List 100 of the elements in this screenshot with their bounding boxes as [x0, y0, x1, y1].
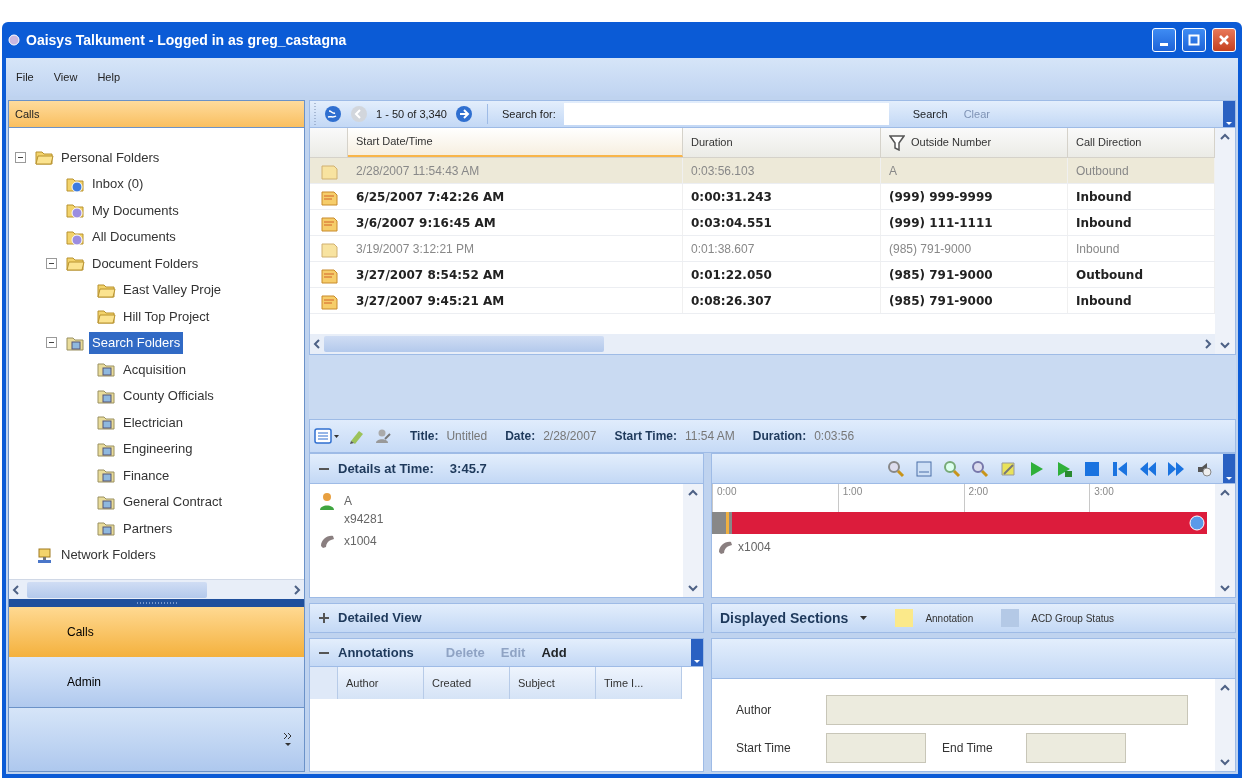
tree-item[interactable]: Finance	[120, 464, 173, 486]
forward-icon[interactable]	[454, 105, 473, 123]
minimize-button[interactable]	[1152, 28, 1176, 52]
column-header[interactable]: Time I...	[596, 667, 682, 699]
column-header[interactable]: Start Date/Time	[348, 128, 683, 157]
tree-item[interactable]: Partners	[120, 517, 176, 539]
tree-item[interactable]: All Documents	[89, 226, 179, 248]
zoom-icon[interactable]	[887, 459, 905, 478]
action-button[interactable]: Add	[541, 642, 567, 663]
tree-item[interactable]: Electrician	[120, 411, 186, 433]
horizontal-scrollbar[interactable]	[9, 579, 304, 599]
expand-icon[interactable]	[318, 612, 330, 624]
input-field[interactable]	[826, 695, 1188, 725]
scroll-right-icon[interactable]	[1203, 338, 1213, 350]
tree-item[interactable]: Acquisition	[120, 358, 189, 380]
close-button[interactable]	[1212, 28, 1236, 52]
table-cell: (985) 791-9000	[881, 236, 1068, 261]
skip-start-icon[interactable]	[1111, 459, 1129, 478]
vertical-scrollbar[interactable]	[1215, 679, 1235, 771]
tree-item[interactable]: Document Folders	[89, 252, 202, 274]
table-cell: (999) 999-9999	[881, 184, 1068, 209]
maximize-button[interactable]	[1182, 28, 1206, 52]
note-icon[interactable]	[999, 459, 1017, 478]
column-header[interactable]: Created	[424, 667, 510, 699]
input-field[interactable]	[1026, 733, 1126, 763]
collapse-icon[interactable]	[46, 257, 57, 269]
search-field[interactable]	[563, 103, 889, 125]
column-header[interactable]: Duration	[683, 128, 881, 157]
scroll-left-icon[interactable]	[11, 583, 21, 596]
vertical-scrollbar[interactable]	[683, 484, 703, 597]
tree-item[interactable]: Search Folders	[89, 332, 184, 354]
scroll-down-icon[interactable]	[1219, 757, 1231, 767]
scroll-down-icon[interactable]	[1219, 583, 1231, 593]
collapse-icon[interactable]	[46, 337, 57, 349]
tree-item[interactable]: Engineering	[120, 438, 196, 460]
toolbar-overflow-icon[interactable]	[1223, 100, 1235, 128]
stop-icon[interactable]	[1083, 459, 1101, 478]
table-row[interactable]: 3/6/2007 9:16:45 AM 0:03:04.551 (999) 111-1111 Inbound	[310, 210, 1215, 236]
scroll-up-icon[interactable]	[1219, 132, 1231, 142]
table-cell: (985) 791-9000	[881, 288, 1068, 313]
table-row[interactable]: 6/25/2007 7:42:26 AM 0:00:31.243 (999) 999-9999 Inbound	[310, 184, 1215, 210]
search-button[interactable]: Search	[912, 105, 948, 123]
sections-dropdown[interactable]: Displayed Sections	[720, 607, 849, 629]
input-field[interactable]	[826, 733, 926, 763]
scroll-right-icon[interactable]	[292, 583, 302, 596]
field-label: Date:	[505, 428, 536, 445]
table-cell: (985) 791-9000	[881, 262, 1068, 287]
rewind-icon[interactable]	[1139, 459, 1157, 478]
scroll-down-icon[interactable]	[687, 583, 699, 593]
configure-buttons-icon[interactable]	[283, 732, 292, 747]
vertical-scrollbar[interactable]	[1215, 128, 1235, 354]
menu-item[interactable]: View	[53, 68, 78, 86]
table-row[interactable]: 3/27/2007 8:54:52 AM 0:01:22.050 (985) 791-9000 Outbound	[310, 262, 1215, 288]
tree-item[interactable]: County Officials	[120, 385, 217, 407]
table-row[interactable]: 3/27/2007 9:45:21 AM 0:08:26.307 (985) 791-9000 Inbound	[310, 288, 1215, 314]
tree-item[interactable]: My Documents	[89, 199, 182, 221]
scroll-down-icon[interactable]	[1219, 340, 1231, 350]
scroll-up-icon[interactable]	[1219, 488, 1231, 498]
nav-button[interactable]: Calls	[9, 607, 304, 657]
tree-item[interactable]: Hill Top Project	[120, 305, 213, 327]
toolbar-overflow-icon[interactable]	[1223, 453, 1235, 484]
panel-title: Annotations	[338, 643, 414, 662]
column-header[interactable]: Subject	[510, 667, 596, 699]
caret-icon[interactable]	[860, 616, 868, 620]
tree-item[interactable]: Inbox (0)	[89, 173, 147, 195]
nav-button[interactable]: Admin	[9, 657, 304, 707]
panel-title: Detailed View	[338, 609, 422, 628]
field-value: Untitled	[446, 428, 488, 445]
vertical-scrollbar[interactable]	[1215, 484, 1235, 597]
fast-forward-icon[interactable]	[1167, 459, 1185, 478]
column-header[interactable]: Outside Number	[881, 128, 1068, 157]
legend-label: ACD Group Status	[1031, 611, 1115, 626]
scroll-left-icon[interactable]	[312, 338, 322, 350]
table-cell: A	[881, 158, 1068, 183]
filter-icon[interactable]	[889, 134, 905, 151]
globe-icon[interactable]	[324, 105, 342, 123]
play-selection-icon[interactable]	[1055, 459, 1073, 478]
zoom-in-icon[interactable]	[943, 459, 961, 478]
search-folder-icon	[96, 466, 116, 485]
table-row[interactable]: 3/19/2007 3:12:21 PM 0:01:38.607 (985) 791-9000 Inbound	[310, 236, 1215, 262]
user-icon[interactable]	[374, 427, 392, 445]
collapse-icon[interactable]	[15, 151, 26, 163]
track-label: x1004	[738, 539, 771, 556]
tree-item[interactable]: Personal Folders	[58, 146, 163, 168]
toolbar-overflow-icon[interactable]	[691, 638, 703, 667]
column-header[interactable]: Author	[338, 667, 424, 699]
zoom-out-icon[interactable]	[971, 459, 989, 478]
person-icon	[318, 492, 336, 510]
scroll-up-icon[interactable]	[1219, 683, 1231, 693]
tree-item[interactable]: East Valley Proje	[120, 279, 225, 301]
tree-item[interactable]: Network Folders	[58, 544, 159, 566]
list-menu-icon[interactable]	[314, 427, 340, 445]
search-label: Search for:	[501, 106, 556, 122]
tree-item[interactable]: General Contract	[120, 491, 225, 513]
menu-item[interactable]: Help	[97, 68, 120, 86]
minimize-icon	[1160, 42, 1168, 46]
scroll-up-icon[interactable]	[687, 488, 699, 498]
field-value: 0:03:56	[814, 428, 855, 445]
menu-item[interactable]: File	[16, 68, 34, 86]
horizontal-scrollbar[interactable]	[310, 334, 1215, 354]
